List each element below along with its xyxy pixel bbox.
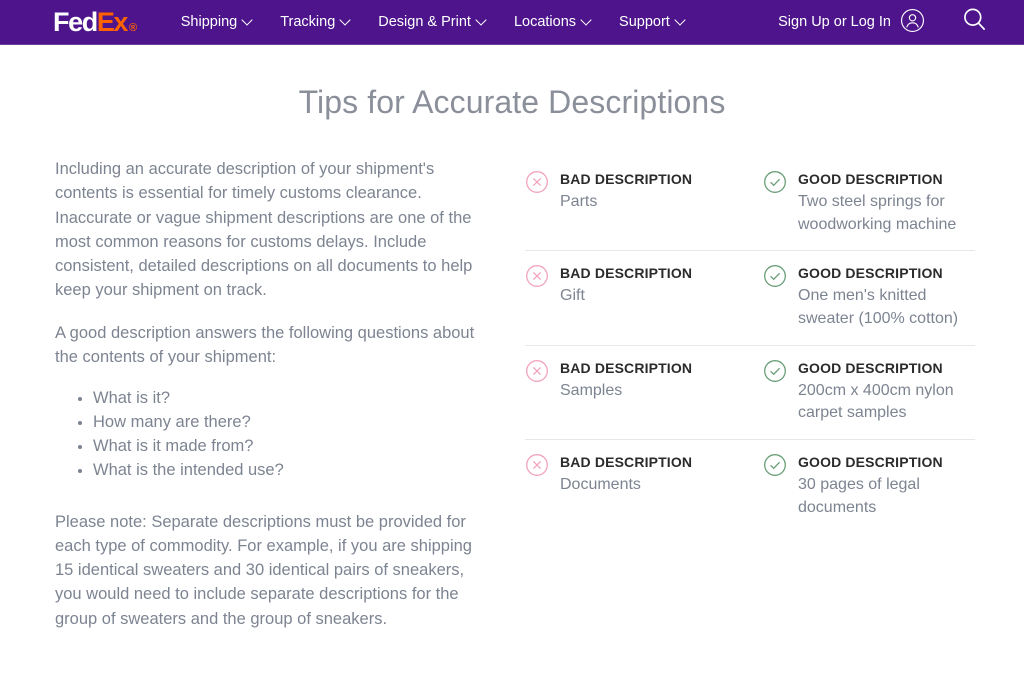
bad-description-cell: BAD DESCRIPTION Parts [525, 169, 763, 236]
sign-in-label: Sign Up or Log In [778, 14, 891, 30]
good-description-label: GOOD DESCRIPTION [798, 359, 943, 376]
questions-intro-paragraph: A good description answers the following… [55, 323, 475, 366]
nav-item-design-and-print[interactable]: Design & Print [378, 14, 486, 30]
bad-description-cell: BAD DESCRIPTION Samples [525, 358, 763, 425]
nav-item-shipping[interactable]: Shipping [181, 14, 252, 30]
left-text-column: Including an accurate description of you… [55, 157, 500, 631]
bad-description-label: BAD DESCRIPTION [560, 265, 693, 282]
good-description-cell: GOOD DESCRIPTION 30 pages of legal docum… [763, 452, 975, 519]
chevron-down-icon [676, 16, 685, 25]
chevron-down-icon [582, 16, 591, 25]
nav-label-locations: Locations [513, 14, 577, 30]
good-description-label: GOOD DESCRIPTION [798, 453, 943, 470]
question-list: What is it? How many are there? What is … [93, 387, 485, 483]
circle-check-icon [763, 359, 787, 383]
good-description-cell: GOOD DESCRIPTION Two steel springs for w… [763, 169, 975, 236]
circle-x-icon [525, 453, 549, 477]
good-description-value: Two steel springs for woodworking machin… [798, 192, 957, 233]
bad-description-value: Parts [560, 192, 598, 210]
table-row: BAD DESCRIPTION Documents GOOD DESCRIPTI… [525, 440, 975, 533]
sign-up-or-log-in-button[interactable]: Sign Up or Log In [778, 8, 925, 37]
circle-x-icon [525, 170, 549, 194]
good-description-value: 200cm x 400cm nylon carpet samples [798, 381, 954, 422]
bad-description-cell: BAD DESCRIPTION Documents [525, 452, 763, 519]
logo-fed-text: Fed [53, 6, 98, 37]
search-icon [961, 6, 988, 38]
list-item: What is the intended use? [93, 459, 485, 483]
bad-description-value: Samples [560, 381, 623, 399]
nav-label-support: Support [619, 14, 670, 30]
bad-description-value: Documents [560, 475, 641, 493]
nav-item-support[interactable]: Support [619, 14, 685, 30]
description-comparison-list: BAD DESCRIPTION Parts GOOD DESCRIPTION T… [500, 157, 975, 631]
main-navigation: Shipping Tracking Design & Print Locatio… [181, 14, 685, 30]
bad-description-value: Gift [560, 287, 585, 305]
circle-x-icon [525, 264, 549, 288]
fedex-logo[interactable]: Fed Ex ® [53, 6, 137, 37]
nav-label-shipping: Shipping [180, 14, 238, 30]
logo-trademark: ® [129, 21, 137, 34]
circle-check-icon [763, 170, 787, 194]
nav-label-design-and-print: Design & Print [378, 14, 471, 30]
list-item: How many are there? [93, 411, 485, 435]
page-title: Tips for Accurate Descriptions [298, 84, 726, 120]
good-description-value: One men's knitted sweater (100% cotton) [798, 287, 959, 327]
nav-label-tracking: Tracking [280, 14, 336, 30]
table-row: BAD DESCRIPTION Parts GOOD DESCRIPTION T… [525, 157, 975, 252]
good-description-cell: GOOD DESCRIPTION One men's knitted sweat… [763, 263, 975, 330]
chevron-down-icon [477, 16, 486, 25]
bad-description-label: BAD DESCRIPTION [560, 359, 693, 376]
chevron-down-icon [243, 16, 252, 25]
main-content: Including an accurate description of you… [0, 157, 1024, 631]
good-description-label: GOOD DESCRIPTION [798, 171, 943, 187]
list-item: What is it? [93, 387, 485, 411]
list-item: What is it made from? [93, 435, 485, 459]
bad-description-label: BAD DESCRIPTION [560, 171, 693, 187]
circle-check-icon [763, 453, 787, 477]
header-actions: Sign Up or Log In [778, 6, 988, 38]
intro-paragraph: Including an accurate description of you… [55, 160, 473, 300]
circle-x-icon [525, 359, 549, 383]
logo-ex-text: Ex [96, 6, 129, 37]
nav-item-tracking[interactable]: Tracking [280, 14, 350, 30]
good-description-value: 30 pages of legal documents [798, 475, 920, 516]
nav-item-locations[interactable]: Locations [514, 14, 591, 30]
table-row: BAD DESCRIPTION Samples GOOD DESCRIPTION… [525, 346, 975, 440]
good-description-label: GOOD DESCRIPTION [798, 265, 943, 282]
circle-check-icon [763, 264, 787, 288]
table-row: BAD DESCRIPTION Gift GOOD DESCRIPTION On… [525, 251, 975, 346]
bad-description-label: BAD DESCRIPTION [560, 453, 693, 470]
search-button[interactable] [961, 6, 988, 38]
site-header: Fed Ex ® Shipping Tracking Design & Print … [0, 0, 1024, 45]
please-note-paragraph: Please note: Separate descriptions must … [55, 512, 472, 628]
chevron-down-icon [341, 16, 350, 25]
bad-description-cell: BAD DESCRIPTION Gift [525, 263, 763, 330]
user-avatar-icon [900, 8, 925, 37]
good-description-cell: GOOD DESCRIPTION 200cm x 400cm nylon car… [763, 358, 975, 425]
